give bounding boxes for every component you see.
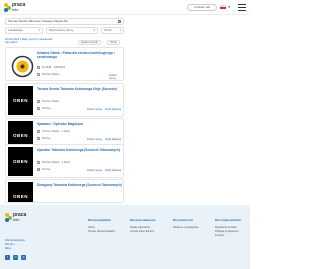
footer-logo[interactable]: praca info [5,213,27,223]
listing-title[interactable]: Spawacz • Operator Magazynu [37,122,123,126]
see-more-link[interactable]: Zobacz więcej [87,169,102,172]
listing-meta-1: Nr 2458 · 1/05/2023 [37,66,65,69]
category-filter-label: Wykonawcy oferty [49,28,74,32]
category-filter[interactable]: Wykonawcy oferty ▾ [46,27,98,34]
contact-button[interactable]: Kontakt nas [187,4,217,11]
linkedin-icon[interactable]: in [13,255,18,260]
footer-column: Dla pracodawców Dodaj ogłoszenie Cennik … [130,218,170,234]
footer-column-heading: Dla kandydatów [88,218,111,222]
footer-column: Dla partnerów Reklama i współpraca [173,218,213,230]
wheel-logo-icon [11,55,34,78]
apply-link[interactable]: Wyślij aplikację [105,138,121,141]
chevron-down-icon: ▾ [38,28,40,32]
hamburger-menu-icon[interactable] [238,4,246,11]
listing-card[interactable]: OBEN Dźwigowy Tabonów Kołobrzega (Szczec… [5,179,124,203]
footer-links: Dla kandydatów Dla firm Blog [5,238,25,250]
apply-link[interactable]: Wyślij aplikację [105,169,121,172]
footer: praca info Dla kandydatów Dla firm Blog … [0,205,250,269]
results-info: Wyniki 2024 z Mapy ręcznych aktualność w… [5,38,53,44]
listing-meta-1-text: Tarnów, Miasto · 1 dzień [42,161,70,164]
footer-link[interactable]: Blog [5,246,25,250]
sort-button[interactable]: Sortuj [107,40,120,45]
facebook-icon[interactable]: f [5,255,10,260]
listing-title[interactable]: Tarnów Serwis Tabonów Kołobrzega Oleje (… [37,87,123,91]
listing-meta-2: Tarnów, Miasto [37,73,59,76]
footer-column: Dla kandydatów Oferty Porady dla kandyda… [88,218,128,234]
listing-meta-2: Tarnów [37,137,50,140]
distance-filter[interactable]: 25 km ▾ [101,27,124,34]
distance-filter-label: 25 km [104,28,113,32]
location-icon [37,107,40,110]
listing-meta-1: Tarnów, Miasto · 1 dzień [37,130,70,133]
location-filter-label: Lokalizacja [8,28,23,32]
see-more-link[interactable]: Zobacz więcej [87,138,102,141]
listing-card[interactable]: Dziadoś Olimik • Prasa dla serwisu konfe… [5,47,124,81]
calendar-icon [37,66,40,69]
save-search-button[interactable]: Zapisz wyszuk [78,40,101,45]
footer-column-link[interactable]: Kontakt [215,234,249,238]
language-chevron-icon[interactable]: ● [228,4,230,9]
location-filter[interactable]: Lokalizacja ▾ [5,27,43,34]
listing-title[interactable]: Dźwigowy Tabonów Kołobrzega (Szczecin Ta… [37,183,123,187]
building-icon [37,100,40,103]
listing-meta-1-text: Nr 2458 · 1/05/2023 [42,66,66,69]
company-logo: OBEN [8,182,33,202]
filters-row: Lokalizacja ▾ Wykonawcy oferty ▾ 25 km ▾ [5,27,124,34]
logo-word-2: info [13,217,20,222]
footer-column-link[interactable]: Reklama i współpraca [173,226,213,230]
listing-meta-1-text: Tarnów, Miasto · 1 dzień [42,130,70,133]
listing-title[interactable]: Operator Tabonów Kołobrzega (Szczecin Ta… [37,148,123,152]
listing-meta-1-text: Tarnów, Miasto [42,100,60,103]
listing-card[interactable]: OBEN Tarnów Serwis Tabonów Kołobrzega Ol… [5,83,124,117]
listing-meta-2: Tarnów [37,168,50,171]
see-more-link[interactable]: Zobacz więcej [87,108,102,111]
company-logo: OBEN [8,86,33,115]
poland-flag-icon[interactable] [220,5,226,9]
footer-column-heading: Dla partnerów [173,218,194,222]
footer-column-heading: Dla użytkowników [215,218,241,222]
listing-title[interactable]: Dziadoś Olimik • Prasa dla serwisu konfe… [37,51,123,59]
footer-column-link[interactable]: Cennik usług dla firm [130,230,170,234]
logo-word-2: info [12,7,19,12]
company-logo [8,50,34,79]
footer-column-link[interactable]: Porady dla kandydatów [88,230,128,234]
logo-mark-icon [5,213,12,223]
listing-meta-2-text: Tarnów [42,107,51,110]
social-links: f in ◎ [5,255,26,260]
see-more-link[interactable]: Zobacz więcej [109,74,123,80]
location-icon [37,137,40,140]
footer-column: Dla użytkowników Regulamin serwisu Polit… [215,218,249,238]
logo-mark-icon [4,3,11,13]
apply-link[interactable]: Wyślij aplikację [105,108,121,111]
search-input[interactable]: Tarnów Serwis Tabonów i Katalog Olejów A… [5,18,124,25]
listing-meta-2: Tarnów [37,107,50,110]
building-icon [37,161,40,164]
location-icon [37,168,40,171]
listing-meta-2-text: Tarnów, Miasto [42,73,60,76]
search-icon[interactable] [118,20,121,23]
search-value: Tarnów Serwis Tabonów i Katalog Olejów A… [8,19,68,23]
chevron-down-icon: ▾ [119,28,121,32]
top-bar: praca info Kontakt nas ● [0,0,250,15]
listing-card[interactable]: OBEN Operator Tabonów Kołobrzega (Szczec… [5,144,124,178]
location-icon [37,73,40,76]
instagram-icon[interactable]: ◎ [21,255,26,260]
building-icon [37,130,40,133]
listing-meta-2-text: Tarnów [42,137,51,140]
footer-column-heading: Dla pracodawców [130,218,156,222]
site-logo[interactable]: praca info [4,3,26,13]
listing-meta-1: Tarnów, Miasto · 1 dzień [37,161,70,164]
listing-meta-1: Tarnów, Miasto [37,100,59,103]
company-logo: OBEN [8,147,33,176]
listing-meta-2-text: Tarnów [42,168,51,171]
chevron-down-icon: ▾ [93,28,95,32]
